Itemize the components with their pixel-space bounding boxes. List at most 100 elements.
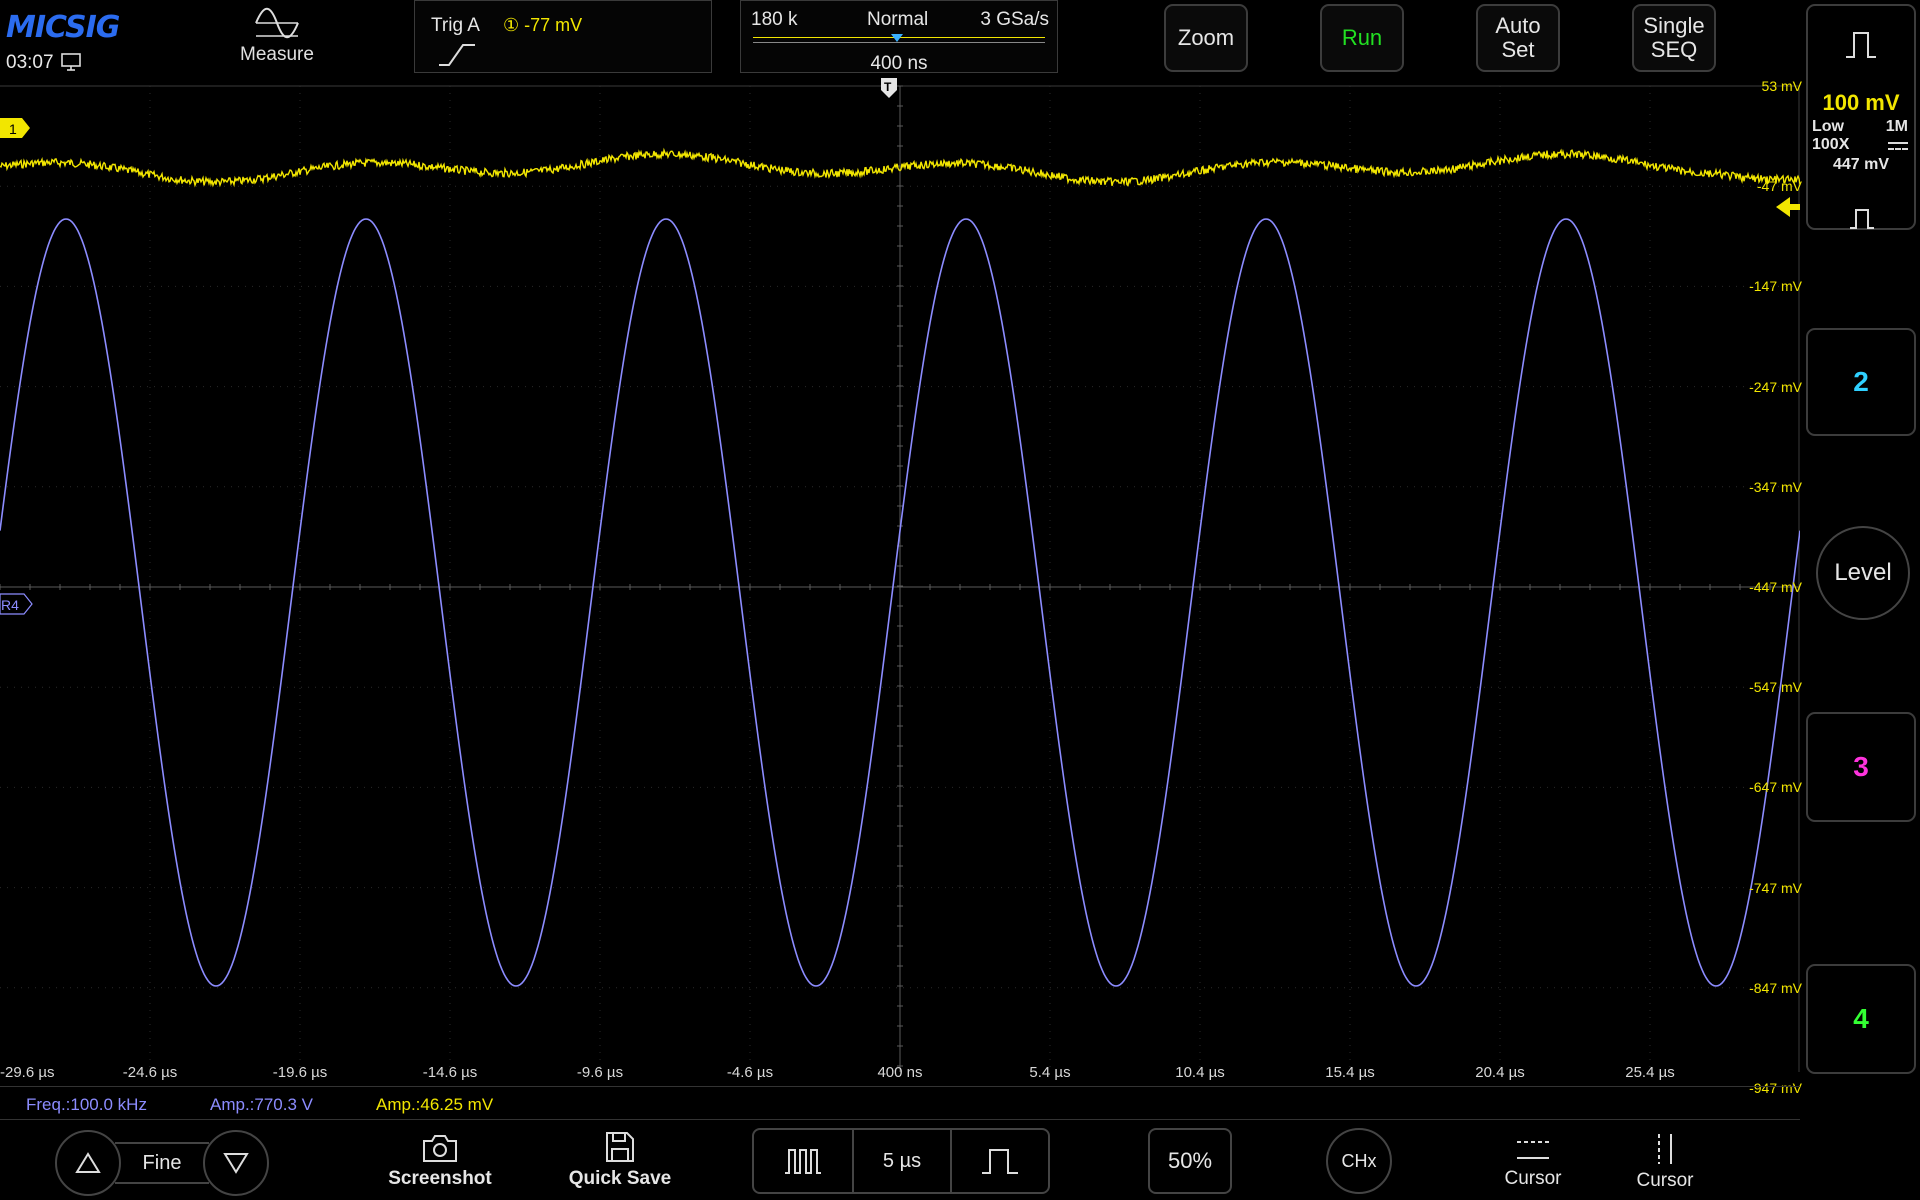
waveform-canvas[interactable]: 1 R4 T (0, 76, 1810, 1089)
triangle-up-icon (75, 1152, 101, 1173)
horizontal-cursor-button[interactable]: Cursor (1468, 1136, 1598, 1190)
save-icon (606, 1132, 634, 1162)
increase-button[interactable] (55, 1130, 121, 1196)
pulse-small-icon (1850, 209, 1874, 229)
screenshot-label: Screenshot (388, 1168, 492, 1189)
single-seq-button[interactable]: Single SEQ (1632, 4, 1716, 72)
rising-edge-icon (439, 44, 475, 66)
memory-depth: 180 k (751, 9, 798, 30)
x-axis-label: 15.4 µs (1325, 1064, 1375, 1081)
channel1-info[interactable]: 100 mV Low 1M 100X 447 mV (1808, 86, 1914, 180)
sample-rate: 3 GSa/s (980, 9, 1049, 30)
level-label: Level (1834, 559, 1892, 586)
measurement-bar[interactable]: Freq.:100.0 kHz Amp.:770.3 V Amp.:46.25 … (0, 1086, 1800, 1120)
vertical-cursor-label: Cursor (1636, 1170, 1694, 1191)
y-axis-label: -247 mV (1749, 378, 1802, 395)
channel3-button[interactable]: 3 (1806, 712, 1916, 822)
clock-time: 03:07 (6, 52, 54, 73)
decrease-button[interactable] (203, 1130, 269, 1196)
x-axis-label: -4.6 µs (726, 1064, 774, 1081)
y-axis-label: -847 mV (1749, 979, 1802, 996)
trigger-50-percent-label: 50% (1167, 1148, 1213, 1173)
x-axis-label: 5.4 µs (1029, 1064, 1071, 1081)
top-bar: MICSIG 03:07 Measure Trig A ① -77 mV 180… (0, 0, 1800, 76)
channel-select-label: CHx (1341, 1150, 1377, 1171)
timebase-decrease-button[interactable] (754, 1130, 852, 1192)
channel4-label: 4 (1853, 1003, 1869, 1034)
x-axis-label: -9.6 µs (576, 1064, 624, 1081)
measure-amplitude-ref4: Amp.:770.3 V (210, 1095, 314, 1114)
channel1-impedance: 1M (1885, 118, 1908, 135)
triangle-down-icon (223, 1153, 249, 1174)
x-axis-label: -24.6 µs (122, 1064, 178, 1081)
acquisition-panel[interactable]: 180 k Normal 3 GSa/s 400 ns (740, 0, 1058, 74)
ref4-marker-label: R4 (1, 597, 19, 613)
horizontal-cursor-label: Cursor (1504, 1168, 1562, 1189)
autoset-button[interactable]: Auto Set (1476, 4, 1560, 72)
y-axis-label: -447 mV (1749, 579, 1802, 595)
acquisition-mode: Normal (867, 9, 929, 30)
run-stop-button[interactable]: Run (1320, 4, 1404, 72)
channel1-offset: 447 mV (1832, 156, 1890, 173)
y-axis-label: -47 mV (1756, 178, 1802, 195)
measure-button[interactable]: Measure (232, 6, 322, 66)
clock: 03:07 (6, 52, 83, 74)
zoom-button[interactable]: Zoom (1164, 4, 1248, 72)
level-button[interactable]: Level (1816, 526, 1910, 620)
camera-icon (423, 1135, 457, 1162)
trigger-label: Trig A (431, 15, 480, 36)
vertical-cursor-icon (1658, 1134, 1672, 1164)
dc-coupling-icon (1888, 142, 1908, 150)
brand-logo: MICSIG (6, 10, 120, 45)
channel1-marker-label: 1 (9, 121, 17, 137)
timebase-control: 5 µs (752, 1128, 1050, 1194)
channel1-volts-per-div: 100 mV (1822, 90, 1900, 115)
wide-pulse-icon (982, 1149, 1018, 1174)
x-axis-label: 25.4 µs (1625, 1064, 1675, 1081)
memory-position-marker (891, 34, 903, 42)
monitor-icon (61, 53, 81, 71)
autoset-label-2: Set (1501, 37, 1535, 62)
trigger-level-arrow[interactable] (1776, 197, 1802, 217)
trigger-marker-label: T (884, 80, 892, 94)
x-axis-label: -14.6 µs (422, 1064, 478, 1081)
fine-toggle[interactable]: Fine (115, 1142, 209, 1184)
y-axis-label: -647 mV (1749, 779, 1802, 796)
x-axis-label: 10.4 µs (1175, 1064, 1225, 1081)
y-axis-label: -347 mV (1749, 478, 1802, 495)
trigger-settings-panel[interactable]: Trig A ① -77 mV (414, 0, 712, 73)
y-axis-label: -747 mV (1749, 879, 1802, 896)
vertical-cursor-button[interactable]: Cursor (1600, 1132, 1730, 1192)
x-axis-label: -19.6 µs (272, 1064, 328, 1081)
y-axis-label: 53 mV (1761, 78, 1802, 94)
x-axis-label: 400 ns (877, 1064, 923, 1081)
screenshot-button[interactable]: Screenshot (375, 1132, 505, 1190)
ref4-marker[interactable]: R4 (0, 593, 33, 615)
timebase-label: 5 µs (882, 1149, 922, 1172)
quick-save-button[interactable]: Quick Save (555, 1130, 685, 1190)
horizontal-position: 400 ns (870, 53, 928, 74)
channel1-bandwidth: Low (1812, 118, 1844, 135)
timebase-increase-button[interactable] (952, 1130, 1048, 1192)
channel4-button[interactable]: 4 (1806, 964, 1916, 1074)
channel2-label: 2 (1853, 366, 1869, 397)
timebase-value[interactable]: 5 µs (854, 1130, 950, 1192)
trigger-50-percent-button[interactable]: 50% (1148, 1128, 1232, 1194)
quick-save-label: Quick Save (568, 1168, 672, 1189)
single-label-2: SEQ (1650, 37, 1698, 62)
fine-label: Fine (142, 1151, 182, 1174)
channel2-button[interactable]: 2 (1806, 328, 1916, 436)
trigger-position-marker[interactable]: T (881, 78, 897, 98)
fine-adjust-control: Fine (55, 1130, 269, 1196)
waveform-display[interactable]: 1 R4 T 53 mV -47 mV -147 mV -247 mV -347 mV -… (0, 76, 1810, 1096)
bottom-toolbar: Fine Screenshot Quick Save 5 µs 50% CHx … (0, 1122, 1920, 1200)
dense-pulse-icon (785, 1149, 821, 1174)
channel1-marker[interactable]: 1 (0, 118, 30, 138)
channel1-probe: 100X (1812, 136, 1850, 153)
x-axis-label: -29.6 µs (0, 1064, 55, 1081)
measure-amplitude-ch1: Amp.:46.25 mV (376, 1095, 494, 1114)
sine-measure-icon (255, 7, 299, 39)
measure-frequency: Freq.:100.0 kHz (26, 1095, 147, 1114)
channel-select-button[interactable]: CHx (1326, 1128, 1392, 1194)
autoset-label-1: Auto (1495, 13, 1541, 38)
